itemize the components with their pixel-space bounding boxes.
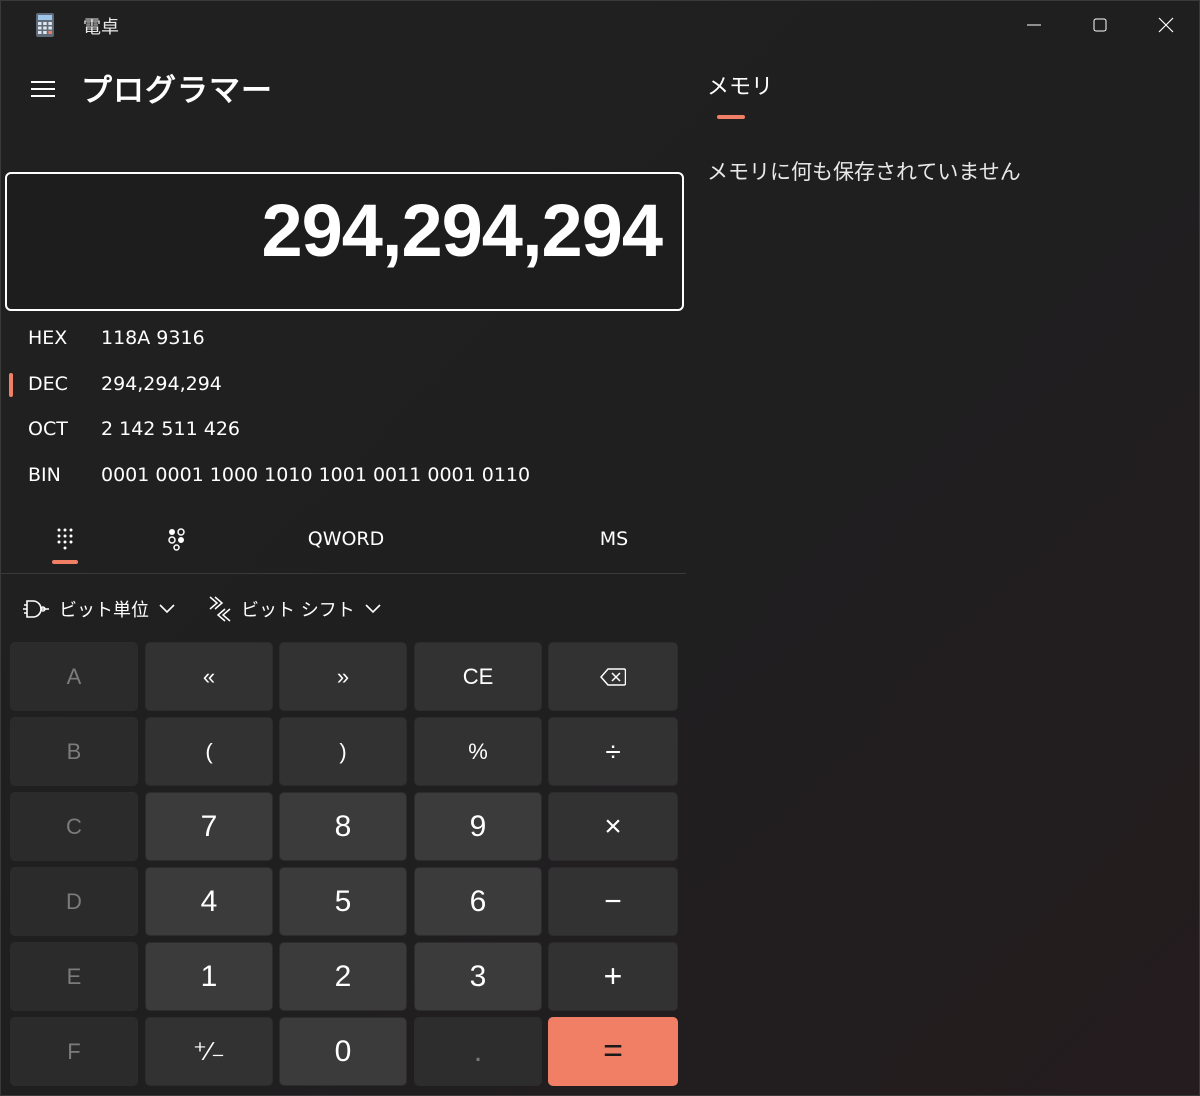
radix-row-bin[interactable]: BIN 0001 0001 1000 1010 1001 0011 0001 0… — [1, 456, 681, 496]
calculator-window: 電卓 プログラマー 294,294,294 HEX 118A 9316 DEC … — [0, 0, 1200, 1096]
bitwise-dropdown[interactable]: ビット単位 — [21, 591, 175, 627]
right-paren-button[interactable]: ) — [279, 717, 407, 786]
word-size-button[interactable]: QWORD — [296, 513, 396, 565]
memory-store-button[interactable]: MS — [586, 513, 642, 565]
digit-7-button[interactable]: 7 — [145, 792, 273, 861]
radix-label: HEX — [28, 327, 68, 349]
bit-toggle-keypad-tab[interactable] — [153, 513, 201, 565]
backspace-button[interactable] — [548, 642, 678, 711]
minus-button[interactable]: − — [548, 867, 678, 936]
hex-key-d[interactable]: D — [10, 867, 138, 936]
radix-label: OCT — [28, 418, 68, 440]
hex-key-f[interactable]: F — [10, 1017, 138, 1086]
radix-row-hex[interactable]: HEX 118A 9316 — [1, 319, 681, 359]
radix-value: 294,294,294 — [101, 373, 222, 395]
memory-empty-message: メモリに何も保存されていません — [707, 160, 1021, 184]
digit-6-button[interactable]: 6 — [414, 867, 542, 936]
active-tab-indicator — [52, 560, 78, 564]
equals-button[interactable]: = — [548, 1017, 678, 1086]
clear-entry-button[interactable]: CE — [414, 642, 542, 711]
negate-button[interactable]: ⁺∕₋ — [145, 1017, 273, 1086]
calculator-app-icon — [36, 13, 54, 37]
memory-store-label: MS — [599, 528, 629, 550]
hamburger-icon — [31, 81, 55, 97]
hex-key-c[interactable]: C — [10, 792, 138, 861]
digit-4-button[interactable]: 4 — [145, 867, 273, 936]
radix-value: 2 142 511 426 — [101, 418, 241, 440]
divide-button[interactable]: ÷ — [548, 717, 678, 786]
radix-value: 118A 9316 — [101, 327, 205, 349]
logic-gate-icon — [23, 600, 49, 618]
digit-1-button[interactable]: 1 — [145, 942, 273, 1011]
title-bar: 電卓 — [1, 1, 1200, 49]
bitshift-dropdown[interactable]: ビット シフト — [207, 591, 381, 627]
percent-button[interactable]: % — [414, 717, 542, 786]
multiply-button[interactable]: × — [548, 792, 678, 861]
navigation-menu-button[interactable] — [23, 71, 63, 107]
radix-label: DEC — [28, 373, 68, 395]
memory-tab-indicator — [717, 115, 745, 119]
memory-tab[interactable]: メモリ — [707, 69, 773, 101]
digit-2-button[interactable]: 2 — [279, 942, 407, 1011]
hex-key-e[interactable]: E — [10, 942, 138, 1011]
display-value: 294,294,294 — [261, 189, 663, 272]
radix-row-dec[interactable]: DEC 294,294,294 — [1, 365, 681, 405]
minimize-icon — [1027, 24, 1041, 26]
full-keypad-icon — [57, 528, 73, 550]
tabs-divider — [1, 573, 686, 574]
word-size-label: QWORD — [307, 528, 385, 550]
radix-row-oct[interactable]: OCT 2 142 511 426 — [1, 410, 681, 450]
left-shift-button[interactable]: « — [145, 642, 273, 711]
bitshift-label: ビット シフト — [241, 600, 355, 621]
decimal-button[interactable]: . — [414, 1017, 542, 1086]
chevron-down-icon — [159, 604, 175, 614]
selected-radix-indicator — [9, 373, 13, 397]
maximize-button[interactable] — [1067, 1, 1133, 49]
radix-label: BIN — [28, 464, 61, 486]
left-paren-button[interactable]: ( — [145, 717, 273, 786]
digit-8-button[interactable]: 8 — [279, 792, 407, 861]
minimize-button[interactable] — [1001, 1, 1067, 49]
result-display: 294,294,294 — [5, 172, 684, 311]
backspace-icon — [600, 667, 626, 686]
digit-3-button[interactable]: 3 — [414, 942, 542, 1011]
close-button[interactable] — [1133, 1, 1199, 49]
bit-shift-icon — [209, 596, 231, 622]
digit-5-button[interactable]: 5 — [279, 867, 407, 936]
plus-button[interactable]: + — [548, 942, 678, 1011]
window-title: 電卓 — [83, 17, 119, 38]
maximize-icon — [1093, 18, 1107, 32]
mode-title: プログラマー — [81, 73, 273, 109]
right-shift-button[interactable]: » — [279, 642, 407, 711]
digit-0-button[interactable]: 0 — [279, 1017, 407, 1086]
digit-9-button[interactable]: 9 — [414, 792, 542, 861]
hex-key-a[interactable]: A — [10, 642, 138, 711]
hex-key-b[interactable]: B — [10, 717, 138, 786]
chevron-down-icon — [365, 604, 381, 614]
bit-toggle-keypad-icon — [168, 528, 185, 551]
full-keypad-tab[interactable] — [41, 513, 89, 565]
radix-value: 0001 0001 1000 1010 1001 0011 0001 0110 — [101, 464, 531, 486]
close-icon — [1158, 17, 1174, 33]
bitwise-label: ビット単位 — [59, 600, 149, 621]
